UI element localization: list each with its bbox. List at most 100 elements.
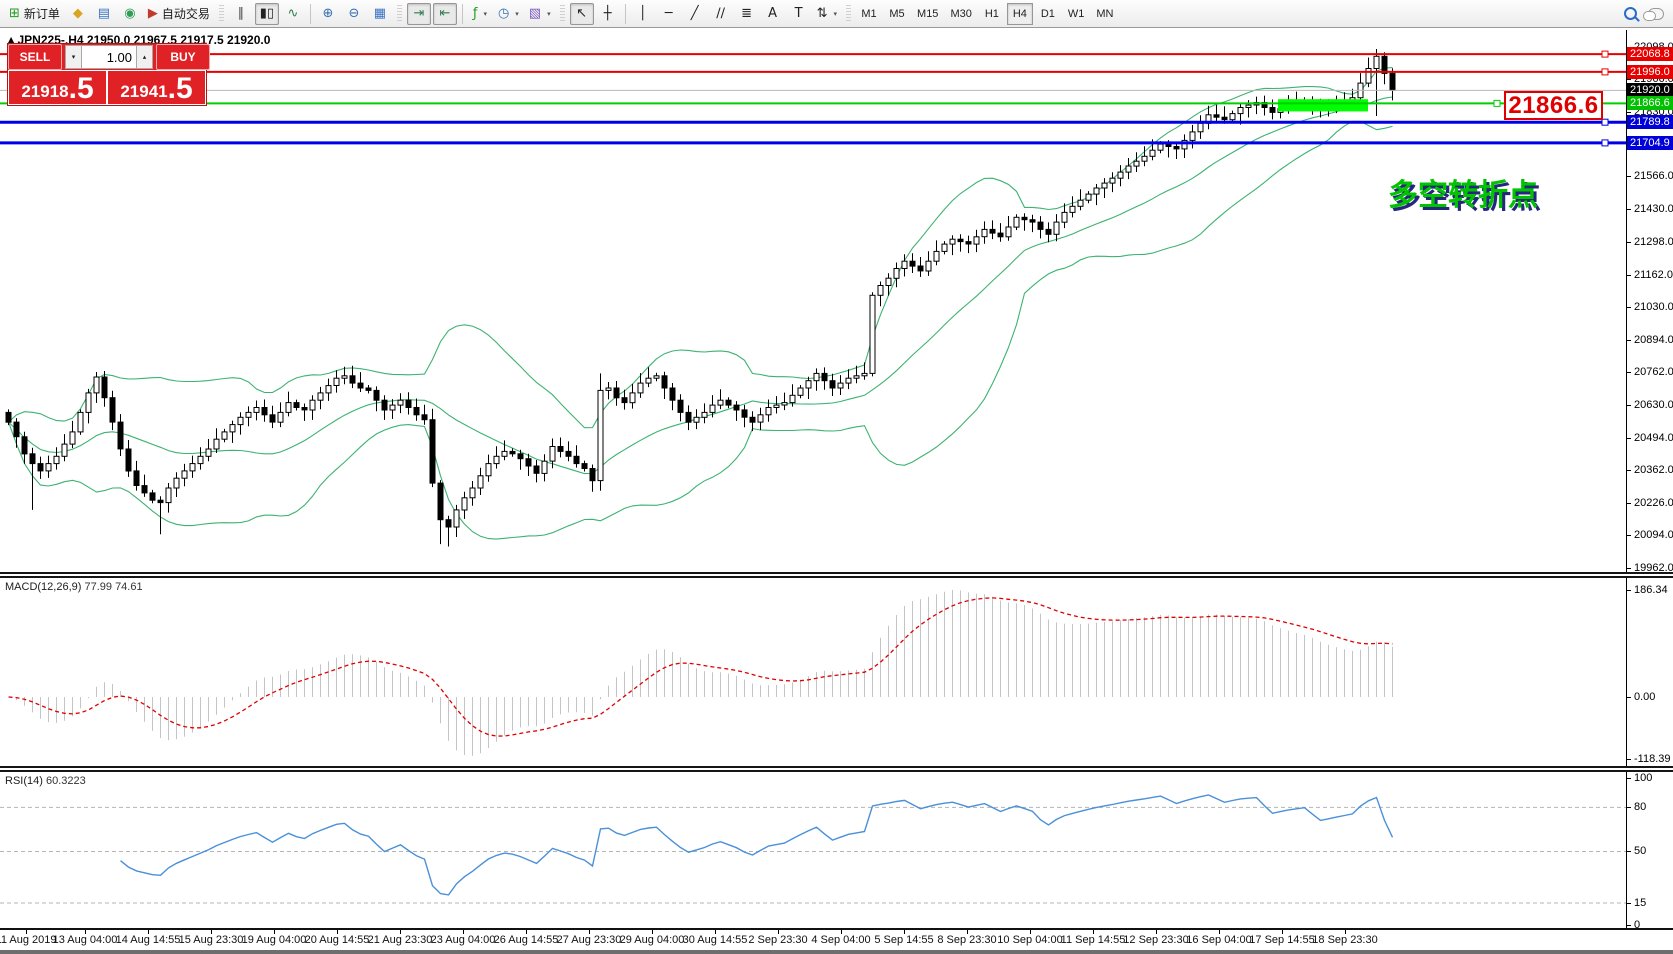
rsi-pane[interactable] xyxy=(0,773,1626,928)
y-axis-tick: 20226.0 xyxy=(1634,497,1673,509)
new-order-icon: ⊞ xyxy=(9,7,20,20)
auto-scroll-icon: ⇥ xyxy=(413,7,424,20)
mt4-terminal-window: ⊞新订单 ◆ ▤ ◉ ▶自动交易 ∥ ▮▯∿ ⊕ ⊖ ▦ ⇥ ⇤ ƒ▾◷▾▧▾ ↖┼ │─╱∕∕≣ AT⇅▾ M… xyxy=(0,0,1673,954)
chart-shift-icon: ⇤ xyxy=(439,7,450,20)
cursor-button[interactable]: ↖ xyxy=(570,3,594,25)
timeframe-mn-button[interactable]: MN xyxy=(1091,3,1118,25)
candlestick-chart-button[interactable]: ▮▯ xyxy=(255,3,279,25)
fibonacci-button[interactable]: ≣ xyxy=(735,3,759,25)
indicators-button[interactable]: ƒ▾ xyxy=(468,3,492,25)
price-axis[interactable]: 22098.021966.021830.021566.021430.021298… xyxy=(1626,30,1673,928)
time-axis-label: 10 Sep 04:00 xyxy=(997,934,1062,946)
main-chart-pane[interactable] xyxy=(0,30,1626,572)
rsi-axis-tick: 50 xyxy=(1634,845,1646,857)
timeframe-w1-button[interactable]: W1 xyxy=(1063,3,1090,25)
auto-scroll-button[interactable]: ⇥ xyxy=(407,3,431,25)
chat-button[interactable] xyxy=(1644,3,1668,25)
line-anchor-marker[interactable] xyxy=(1494,100,1500,106)
zoom-out-icon: ⊖ xyxy=(348,7,359,20)
timeframe-h1-button[interactable]: H1 xyxy=(979,3,1005,25)
price-line-badge: 21920.0 xyxy=(1627,83,1673,97)
trendline-button[interactable]: ╱ xyxy=(683,3,707,25)
price-callout-box[interactable]: 21866.6 xyxy=(1504,91,1603,120)
macd-axis-tick: 186.34 xyxy=(1634,584,1668,596)
time-axis[interactable]: 11 Aug 201913 Aug 04:0014 Aug 14:5515 Au… xyxy=(0,928,1673,950)
line-anchor-marker[interactable] xyxy=(1602,69,1608,75)
collapse-chart-icon[interactable]: ▲ xyxy=(8,35,14,44)
line-anchor-marker[interactable] xyxy=(1602,119,1608,125)
rsi-value: 60.3223 xyxy=(46,775,86,787)
bollinger-lower-band xyxy=(9,121,1393,539)
autotrading-button[interactable]: ▶自动交易 xyxy=(144,3,214,25)
y-axis-tick: 20894.0 xyxy=(1634,334,1673,346)
volume-increase-button[interactable]: ▴ xyxy=(136,45,153,69)
price-line-badge: 22068.8 xyxy=(1627,47,1673,61)
y-axis-tick: 20094.0 xyxy=(1634,529,1673,541)
timeframe-m30-button[interactable]: M30 xyxy=(945,3,976,25)
volume-decrease-button[interactable]: ▾ xyxy=(65,45,82,69)
turning-point-annotation[interactable]: 多空转折点 xyxy=(1388,170,1538,214)
profile-icon: ◆ xyxy=(73,7,83,20)
autotrading-icon: ▶ xyxy=(148,7,158,20)
equidistant-channel-button[interactable]: ∕∕ xyxy=(709,3,733,25)
timeframe-m5-button[interactable]: M5 xyxy=(884,3,910,25)
macd-values: 77.99 74.61 xyxy=(84,581,142,593)
pane-separator-macd[interactable] xyxy=(0,572,1673,578)
macd-axis-tick: 0.00 xyxy=(1634,691,1655,703)
time-axis-label: 19 Aug 04:00 xyxy=(242,934,307,946)
time-axis-label: 17 Sep 14:55 xyxy=(1249,934,1314,946)
one-click-trading-panel: SELL ▾ ▴ BUY 21918.5 21941.5 xyxy=(8,44,206,105)
market-watch-button[interactable]: ▤ xyxy=(92,3,116,25)
buy-price-display[interactable]: 21941.5 xyxy=(107,70,206,105)
sell-price-display[interactable]: 21918.5 xyxy=(8,70,107,105)
line-anchor-marker[interactable] xyxy=(1602,51,1608,57)
y-axis-tick: 21162.0 xyxy=(1634,269,1673,281)
new-order-button[interactable]: ⊞新订单 xyxy=(5,3,64,25)
toolbar-separator xyxy=(625,4,626,24)
bars-icon: ∥ xyxy=(238,7,245,20)
timeframe-m15-button[interactable]: M15 xyxy=(912,3,943,25)
bar-chart-button[interactable]: ∥ xyxy=(229,3,253,25)
search-button[interactable] xyxy=(1618,3,1642,25)
highlight-zone-rectangle[interactable] xyxy=(1278,99,1368,111)
time-axis-label: 26 Aug 14:55 xyxy=(494,934,559,946)
y-axis-tick: 20362.0 xyxy=(1634,464,1673,476)
timeframe-d1-button[interactable]: D1 xyxy=(1035,3,1061,25)
chart-shift-button[interactable]: ⇤ xyxy=(433,3,457,25)
volume-input[interactable] xyxy=(82,45,136,69)
line-chart-button[interactable]: ∿ xyxy=(281,3,305,25)
y-axis-tick: 20762.0 xyxy=(1634,366,1673,378)
y-axis-tick: 20494.0 xyxy=(1634,432,1673,444)
price-line-badge: 21789.8 xyxy=(1627,115,1673,129)
navigator-button[interactable]: ◉ xyxy=(118,3,142,25)
zoom-in-button[interactable]: ⊕ xyxy=(316,3,340,25)
arrows-button[interactable]: ⇅▾ xyxy=(813,3,841,25)
timeframe-m1-button[interactable]: M1 xyxy=(856,3,882,25)
volume-stepper: ▾ ▴ xyxy=(65,45,153,69)
y-axis-tick: 21030.0 xyxy=(1634,301,1673,313)
periods-button[interactable]: ◷▾ xyxy=(494,3,523,25)
toolbar-drag-handle xyxy=(219,5,224,23)
time-axis-label: 11 Sep 14:55 xyxy=(1061,934,1126,946)
line-anchor-marker[interactable] xyxy=(1602,140,1608,146)
navigator-icon: ◉ xyxy=(124,7,135,20)
crosshair-button[interactable]: ┼ xyxy=(596,3,620,25)
vertical-line-button[interactable]: │ xyxy=(631,3,655,25)
text-icon: A xyxy=(768,7,777,20)
tile-windows-button[interactable]: ▦ xyxy=(368,3,392,25)
zoom-out-button[interactable]: ⊖ xyxy=(342,3,366,25)
rsi-line xyxy=(121,795,1393,895)
horizontal-line-button[interactable]: ─ xyxy=(657,3,681,25)
timeframe-h4-button[interactable]: H4 xyxy=(1007,3,1033,25)
sell-button[interactable]: SELL xyxy=(8,44,62,70)
buy-button[interactable]: BUY xyxy=(156,44,210,70)
chevron-down-icon: ▾ xyxy=(834,10,838,18)
macd-pane[interactable] xyxy=(0,579,1626,766)
text-label-button[interactable]: T xyxy=(787,3,811,25)
pane-separator-rsi[interactable] xyxy=(0,766,1673,772)
toolbar-separator xyxy=(462,4,463,24)
templates-button[interactable]: ▧▾ xyxy=(525,3,555,25)
charts-profile-button[interactable]: ◆ xyxy=(66,3,90,25)
chat-icon xyxy=(1648,8,1664,20)
text-button[interactable]: A xyxy=(761,3,785,25)
